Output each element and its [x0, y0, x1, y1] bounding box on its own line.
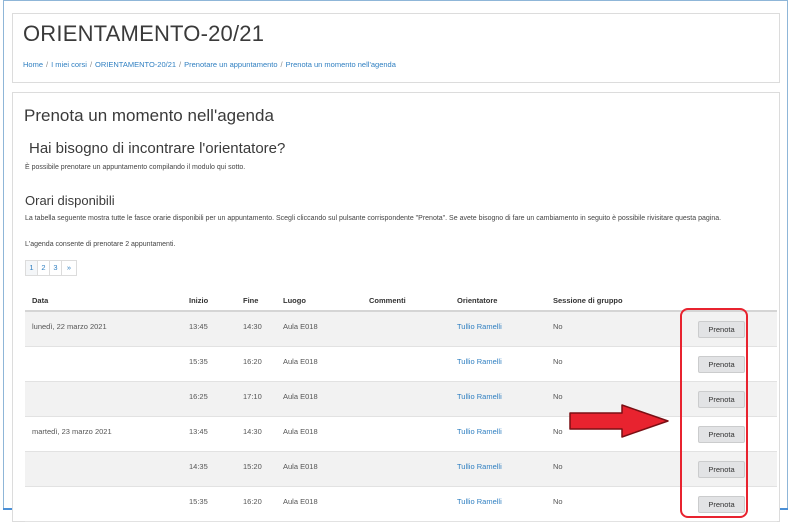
column-header-start[interactable]: Inizio — [189, 296, 208, 305]
column-header-group-session[interactable]: Sessione di gruppo — [553, 296, 623, 305]
row-end-time: 15:20 — [243, 462, 262, 471]
window-border-left — [3, 0, 4, 510]
row-place: Aula E018 — [283, 427, 318, 436]
table-header: Data Inizio Fine Luogo Commenti Orientat… — [25, 290, 777, 312]
course-header: ORIENTAMENTO-20/21 Home / I miei corsi / ORI… — [12, 13, 780, 83]
row-group-session: No — [553, 322, 563, 331]
window-border-right — [787, 0, 788, 510]
course-title: ORIENTAMENTO-20/21 — [23, 21, 265, 46]
column-header-comments[interactable]: Commenti — [369, 296, 406, 305]
row-date: martedì, 23 marzo 2021 — [32, 427, 112, 436]
breadcrumb-home[interactable]: Home — [23, 60, 43, 69]
highlight-box — [680, 308, 748, 518]
row-advisor-link[interactable]: Tullio Ramelli — [457, 462, 502, 471]
table-row: 15:35 16:20 Aula E018 Tullio Ramelli No … — [25, 487, 777, 522]
row-group-session: No — [553, 357, 563, 366]
row-start-time: 13:45 — [189, 322, 208, 331]
row-advisor-link[interactable]: Tullio Ramelli — [457, 357, 502, 366]
next-page-link[interactable]: » — [62, 261, 76, 275]
row-end-time: 16:20 — [243, 497, 262, 506]
row-group-session: No — [553, 392, 563, 401]
row-end-time: 16:20 — [243, 357, 262, 366]
page-2-link[interactable]: 2 — [38, 261, 50, 275]
table-row: 14:35 15:20 Aula E018 Tullio Ramelli No … — [25, 452, 777, 487]
row-place: Aula E018 — [283, 462, 318, 471]
slots-description: La tabella seguente mostra tutte le fasc… — [25, 215, 722, 222]
breadcrumb-separator: / — [280, 60, 283, 69]
column-header-advisor[interactable]: Orientatore — [457, 296, 497, 305]
column-header-end[interactable]: Fine — [243, 296, 258, 305]
row-group-session: No — [553, 462, 563, 471]
page-title: Prenota un momento nell'agenda — [24, 106, 274, 125]
row-end-time: 14:30 — [243, 427, 262, 436]
row-advisor-link[interactable]: Tullio Ramelli — [457, 427, 502, 436]
row-place: Aula E018 — [283, 497, 318, 506]
row-place: Aula E018 — [283, 392, 318, 401]
page-1-link[interactable]: 1 — [26, 261, 38, 275]
row-start-time: 16:25 — [189, 392, 208, 401]
row-group-session: No — [553, 497, 563, 506]
row-start-time: 15:35 — [189, 497, 208, 506]
breadcrumb-course[interactable]: ORIENTAMENTO-20/21 — [95, 60, 176, 69]
row-advisor-link[interactable]: Tullio Ramelli — [457, 392, 502, 401]
row-start-time: 13:45 — [189, 427, 208, 436]
breadcrumb-appointment[interactable]: Prenotare un appuntamento — [184, 60, 277, 69]
main-content: Prenota un momento nell'agenda Hai bisog… — [12, 92, 780, 522]
column-header-date[interactable]: Data — [32, 296, 48, 305]
page-3-link[interactable]: 3 — [50, 261, 62, 275]
row-advisor-link[interactable]: Tullio Ramelli — [457, 497, 502, 506]
breadcrumb-separator: / — [46, 60, 49, 69]
intro-text: È possibile prenotare un appuntamento co… — [25, 164, 246, 171]
breadcrumb: Home / I miei corsi / ORIENTAMENTO-20/21/Pre… — [23, 60, 396, 69]
available-slots-heading: Orari disponibili — [25, 193, 115, 208]
breadcrumb-my-courses[interactable]: I miei corsi — [51, 60, 87, 69]
row-end-time: 17:10 — [243, 392, 262, 401]
row-start-time: 14:35 — [189, 462, 208, 471]
breadcrumb-separator: / — [179, 60, 182, 69]
breadcrumb-current-page[interactable]: Prenota un momento nell'agenda — [286, 60, 396, 69]
table-row: lunedì, 22 marzo 2021 13:45 14:30 Aula E… — [25, 312, 777, 347]
row-place: Aula E018 — [283, 357, 318, 366]
row-end-time: 14:30 — [243, 322, 262, 331]
row-group-session: No — [553, 427, 563, 436]
breadcrumb-separator: / — [89, 60, 93, 69]
section-heading: Hai bisogno di incontrare l'orientatore? — [29, 140, 286, 157]
window-border-top — [3, 0, 788, 1]
pagination: 1 2 3 » — [25, 260, 77, 276]
right-arrow-icon — [569, 404, 669, 438]
row-start-time: 15:35 — [189, 357, 208, 366]
row-date: lunedì, 22 marzo 2021 — [32, 322, 107, 331]
row-advisor-link[interactable]: Tullio Ramelli — [457, 322, 502, 331]
table-row: 15:35 16:20 Aula E018 Tullio Ramelli No … — [25, 347, 777, 382]
booking-limit-text: L'agenda consente di prenotare 2 appunta… — [25, 241, 176, 248]
row-place: Aula E018 — [283, 322, 318, 331]
column-header-place[interactable]: Luogo — [283, 296, 306, 305]
